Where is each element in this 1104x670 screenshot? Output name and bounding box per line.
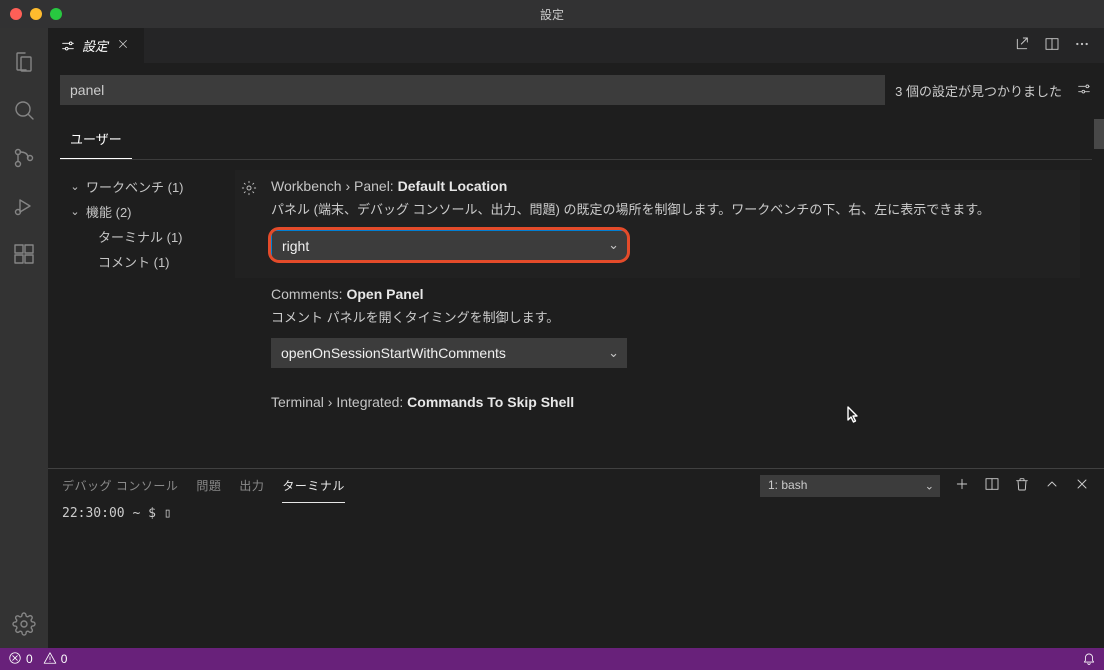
select-value: right <box>271 230 627 260</box>
setting-description: パネル (端末、デバッグ コンソール、出力、問題) の既定の場所を制御します。ワ… <box>271 200 1080 220</box>
settings-gear-icon[interactable] <box>0 600 48 648</box>
scope-tab-user[interactable]: ユーザー <box>60 121 132 159</box>
maximize-panel-icon[interactable] <box>1044 476 1060 495</box>
setting-title: Comments: Open Panel <box>271 286 1080 302</box>
extensions-icon[interactable] <box>0 230 48 278</box>
toc-terminal[interactable]: ターミナル (1) <box>68 224 235 249</box>
search-icon[interactable] <box>0 86 48 134</box>
close-window-button[interactable] <box>10 8 22 20</box>
sliders-icon <box>60 38 76 54</box>
panel-tab-debug-console[interactable]: デバッグ コンソール <box>62 469 178 502</box>
toc-workbench[interactable]: ⌄ワークベンチ (1) <box>68 174 235 199</box>
setting-panel-default-location: Workbench › Panel: Default Location パネル … <box>235 170 1080 278</box>
setting-title: Terminal › Integrated: Commands To Skip … <box>271 394 1080 410</box>
bottom-panel: デバッグ コンソール 問題 出力 ターミナル 1: bash ⌄ <box>48 468 1104 648</box>
editor-tabs: 設定 <box>48 28 1104 63</box>
filter-icon[interactable] <box>1076 81 1092 100</box>
settings-list: Workbench › Panel: Default Location パネル … <box>235 160 1092 468</box>
terminal-prompt: 22:30:00 ~ $ ▯ <box>62 506 172 521</box>
panel-tab-terminal[interactable]: ターミナル <box>282 469 345 503</box>
open-changes-icon[interactable] <box>1014 36 1030 55</box>
close-icon[interactable] <box>114 35 132 56</box>
errors-count: 0 <box>26 652 33 666</box>
settings-toc: ⌄ワークベンチ (1) ⌄機能 (2) ターミナル (1) コメント (1) <box>60 160 235 468</box>
maximize-window-button[interactable] <box>50 8 62 20</box>
select-value: openOnSessionStartWithComments <box>271 338 627 368</box>
run-debug-icon[interactable] <box>0 182 48 230</box>
setting-title: Workbench › Panel: Default Location <box>271 178 1080 194</box>
warnings-count: 0 <box>61 652 68 666</box>
gear-icon[interactable] <box>241 180 257 199</box>
terminal-selector[interactable]: 1: bash ⌄ <box>760 475 940 497</box>
new-terminal-icon[interactable] <box>954 476 970 495</box>
settings-search-input[interactable] <box>60 75 885 105</box>
setting-terminal-skip-shell: Terminal › Integrated: Commands To Skip … <box>235 386 1080 428</box>
minimize-window-button[interactable] <box>30 8 42 20</box>
comments-open-panel-select[interactable]: openOnSessionStartWithComments ⌄ <box>271 338 627 368</box>
setting-comments-open-panel: Comments: Open Panel コメント パネルを開くタイミングを制御… <box>235 278 1080 386</box>
setting-description: コメント パネルを開くタイミングを制御します。 <box>271 308 1080 328</box>
more-icon[interactable] <box>1074 36 1090 55</box>
terminal-body[interactable]: 22:30:00 ~ $ ▯ <box>48 502 1104 648</box>
scope-tabs: ユーザー <box>60 121 1092 160</box>
kill-terminal-icon[interactable] <box>1014 476 1030 495</box>
activity-bar <box>0 28 48 648</box>
close-panel-icon[interactable] <box>1074 476 1090 495</box>
titlebar: 設定 <box>0 0 1104 28</box>
traffic-lights <box>0 8 62 20</box>
status-bar: 0 0 <box>0 648 1104 670</box>
split-editor-icon[interactable] <box>1044 36 1060 55</box>
panel-location-select[interactable]: right ⌄ <box>271 230 627 260</box>
warnings-icon[interactable] <box>43 651 57 668</box>
window-title: 設定 <box>540 6 564 23</box>
tab-settings[interactable]: 設定 <box>48 28 145 63</box>
split-terminal-icon[interactable] <box>984 476 1000 495</box>
chevron-down-icon: ⌄ <box>68 180 82 193</box>
panel-tab-problems[interactable]: 問題 <box>196 469 221 502</box>
errors-icon[interactable] <box>8 651 22 668</box>
toc-comment[interactable]: コメント (1) <box>68 249 235 274</box>
terminal-selector-value: 1: bash <box>760 475 940 497</box>
search-result-count: 3 個の設定が見つかりました <box>895 81 1066 100</box>
chevron-down-icon: ⌄ <box>68 205 82 218</box>
notifications-icon[interactable] <box>1082 651 1096 668</box>
tab-label: 設定 <box>82 36 108 55</box>
panel-tab-output[interactable]: 出力 <box>239 469 264 502</box>
explorer-icon[interactable] <box>0 38 48 86</box>
toc-features[interactable]: ⌄機能 (2) <box>68 199 235 224</box>
scrollbar-thumb[interactable] <box>1094 119 1104 149</box>
source-control-icon[interactable] <box>0 134 48 182</box>
